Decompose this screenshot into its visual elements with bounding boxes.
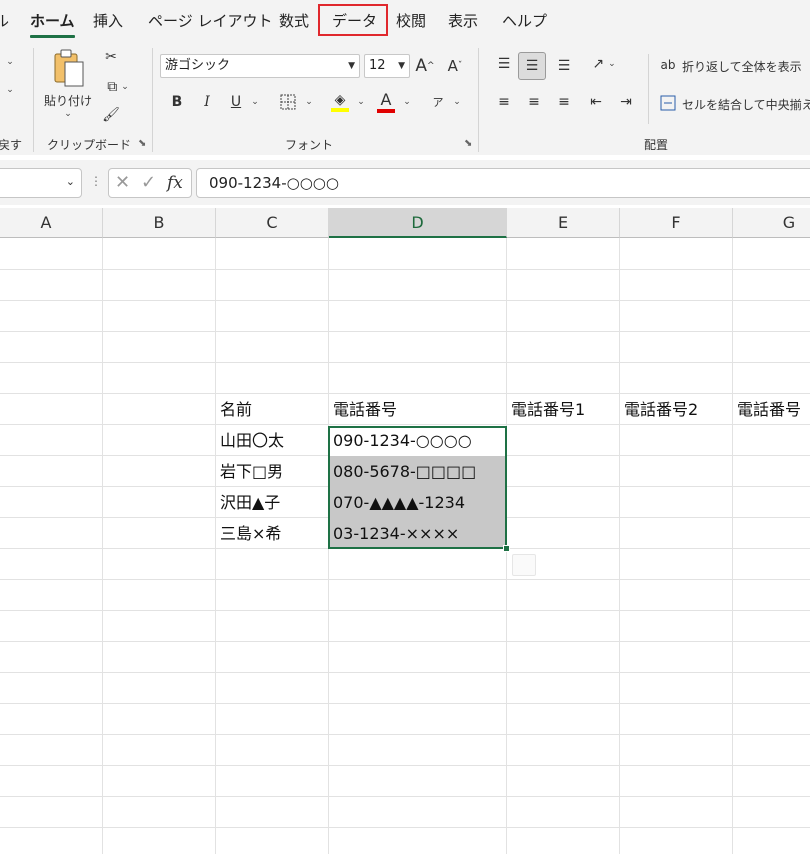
column-header-d[interactable]: D [329, 208, 507, 238]
cell-name[interactable]: 山田〇太 [216, 425, 284, 456]
column-header-b[interactable]: B [103, 208, 216, 238]
tab-review[interactable]: 校閲 [396, 8, 426, 34]
align-center-icon[interactable]: ≡ [522, 90, 546, 114]
column-header-f[interactable]: F [620, 208, 733, 238]
confirm-entry-icon[interactable]: ✓ [141, 172, 156, 193]
font-size-value: 12 [369, 58, 386, 73]
cell-phone[interactable]: 070-▲▲▲▲-1234 [329, 487, 465, 518]
underline-dropdown-icon[interactable]: ⌄ [248, 90, 262, 114]
tab-file-partial[interactable]: ル [0, 8, 9, 34]
group-separator [33, 48, 34, 152]
data-tab-highlight-box [318, 4, 388, 36]
ribbon-tab-bar: ル ホーム 挿入 ページ レイアウト 数式 データ 校閲 表示 ヘルプ [0, 0, 810, 40]
tab-page-layout[interactable]: ページ レイアウト [148, 8, 272, 34]
column-header-e[interactable]: E [507, 208, 620, 238]
cell-phone[interactable]: 090-1234-○○○○ [329, 425, 472, 456]
clipboard-launcher-icon[interactable]: ⬊ [138, 138, 146, 149]
cell-header-phone3[interactable]: 電話番号 [733, 394, 801, 425]
borders-icon[interactable] [276, 90, 300, 114]
fill-handle[interactable] [503, 545, 510, 552]
redo-dropdown-icon[interactable]: ⌄ [2, 80, 18, 100]
column-header-g[interactable]: G [733, 208, 810, 238]
tab-help[interactable]: ヘルプ [502, 8, 547, 34]
decrease-font-size-icon[interactable]: Aˇ [444, 54, 466, 78]
tab-formulas[interactable]: 数式 [279, 8, 309, 34]
chevron-down-icon[interactable]: ▼ [398, 55, 405, 77]
phonetic-dropdown-icon[interactable]: ⌄ [450, 90, 464, 114]
chevron-down-icon[interactable]: ▼ [348, 55, 355, 77]
undo-dropdown-icon[interactable]: ⌄ [2, 52, 18, 72]
paste-icon[interactable] [44, 46, 94, 90]
cell-header-phone[interactable]: 電話番号 [329, 394, 397, 425]
copy-icon[interactable]: ⧉ ⌄ [100, 76, 136, 98]
fill-color-swatch [331, 108, 349, 112]
tab-home[interactable]: ホーム [30, 8, 75, 38]
bold-button[interactable]: B [166, 90, 188, 114]
borders-dropdown-icon[interactable]: ⌄ [302, 90, 316, 114]
fill-color-icon[interactable]: ◈ [328, 88, 352, 116]
tab-insert[interactable]: 挿入 [93, 8, 123, 34]
font-color-dropdown-icon[interactable]: ⌄ [400, 90, 414, 114]
clipboard-group-label: クリップボード [47, 138, 132, 152]
column-header-a[interactable]: A [0, 208, 103, 238]
excel-window: ル ホーム 挿入 ページ レイアウト 数式 データ 校閲 表示 ヘルプ ⌄ ⌄ … [0, 0, 810, 854]
cell-phone[interactable]: 080-5678-□□□□ [329, 456, 476, 487]
ribbon: ⌄ ⌄ 戻す 貼り付け ⌄ ✂ ⧉ ⌄ 🖌 クリップボード ⬊ 游ゴシック ▼ 1… [0, 40, 810, 155]
font-color-icon[interactable]: A [374, 86, 398, 116]
paste-label[interactable]: 貼り付け [44, 92, 92, 109]
name-box[interactable]: ⌄ [0, 168, 82, 198]
italic-button[interactable]: I [196, 90, 218, 114]
chevron-down-icon[interactable]: ⌄ [66, 175, 75, 188]
merge-center-icon[interactable] [658, 92, 678, 114]
fill-color-dropdown-icon[interactable]: ⌄ [354, 90, 368, 114]
cell-name[interactable]: 岩下□男 [216, 456, 283, 487]
group-separator [478, 48, 479, 152]
cell-header-phone2[interactable]: 電話番号2 [620, 394, 698, 425]
cell-name[interactable]: 三島×希 [216, 518, 281, 549]
tab-view[interactable]: 表示 [448, 8, 478, 34]
formula-bar: ⌄ ⋮ ✕ ✓ fx 090-1234-○○○○ [0, 160, 810, 205]
group-separator [152, 48, 153, 152]
format-painter-icon[interactable]: 🖌 [100, 104, 122, 126]
wrap-text-icon[interactable]: ab [658, 54, 678, 76]
cancel-entry-icon[interactable]: ✕ [115, 172, 130, 193]
cut-icon[interactable]: ✂ [100, 46, 122, 68]
font-size-combo[interactable]: 12 ▼ [364, 54, 410, 78]
orientation-icon[interactable]: ↗ ⌄ [586, 52, 622, 76]
increase-indent-icon[interactable]: ⇥ [614, 90, 638, 114]
undo-group-label: 戻す [0, 138, 23, 152]
formula-controls: ✕ ✓ fx [108, 168, 192, 198]
align-bottom-icon[interactable]: ☰ [552, 54, 576, 78]
align-middle-icon[interactable]: ☰ [518, 52, 546, 80]
phonetic-guide-icon[interactable]: ア [428, 90, 448, 114]
font-name-combo[interactable]: 游ゴシック ▼ [160, 54, 360, 78]
column-header-c[interactable]: C [216, 208, 329, 238]
cell-name[interactable]: 沢田▲子 [216, 487, 280, 518]
font-group-label: フォント [285, 138, 334, 152]
merge-center-button[interactable]: セルを結合して中央揃え [682, 96, 810, 113]
font-name-value: 游ゴシック [165, 58, 231, 73]
increase-font-size-icon[interactable]: A ^ [414, 54, 436, 78]
cell-header-name[interactable]: 名前 [216, 394, 252, 425]
wrap-text-button[interactable]: 折り返して全体を表示 [682, 58, 802, 75]
align-right-icon[interactable]: ≡ [552, 90, 576, 114]
group-separator [648, 54, 649, 124]
align-top-icon[interactable]: ☰ [492, 52, 516, 76]
formula-input[interactable]: 090-1234-○○○○ [196, 168, 810, 198]
insert-function-icon[interactable]: fx [167, 173, 183, 193]
font-launcher-icon[interactable]: ⬊ [464, 138, 472, 149]
paste-dropdown-icon[interactable]: ⌄ [60, 108, 76, 120]
decrease-indent-icon[interactable]: ⇤ [584, 90, 608, 114]
align-left-icon[interactable]: ≡ [492, 90, 516, 114]
formula-bar-grip-icon: ⋮ [90, 174, 102, 188]
alignment-group-label: 配置 [644, 138, 669, 152]
cell-phone[interactable]: 03-1234-×××× [329, 518, 459, 549]
underline-button[interactable]: U [226, 90, 246, 114]
cell-header-phone1[interactable]: 電話番号1 [507, 394, 585, 425]
font-color-swatch [377, 108, 395, 113]
quick-analysis-icon[interactable] [512, 554, 536, 576]
